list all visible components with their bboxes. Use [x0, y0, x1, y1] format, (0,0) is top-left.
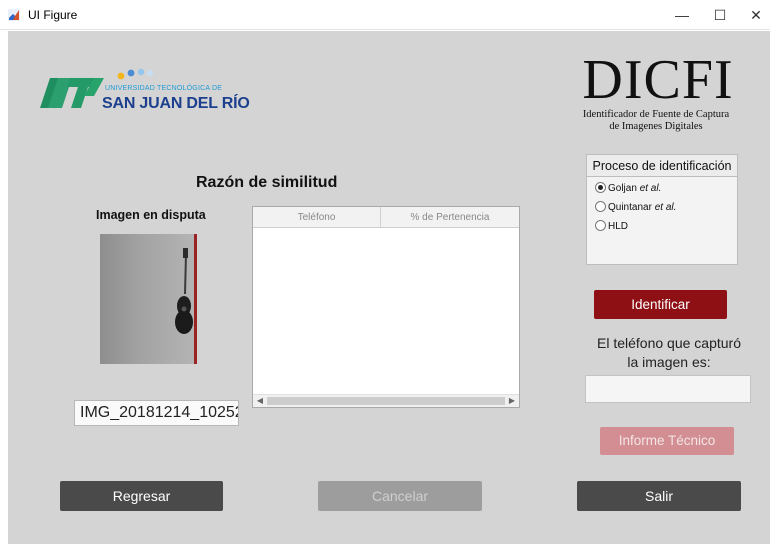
- radio-goljan-label: Goljan: [608, 183, 637, 194]
- dicfi-subtitle-line1: Identificador de Fuente de Captura: [582, 109, 730, 120]
- identify-button[interactable]: Identificar: [594, 290, 727, 319]
- radio-quintanar-label: Quintanar: [608, 202, 652, 213]
- technical-report-button[interactable]: Informe Técnico: [600, 427, 734, 455]
- maximize-button[interactable]: ☐: [702, 3, 738, 27]
- column-phone[interactable]: Teléfono: [253, 207, 381, 228]
- table-horizontal-scrollbar[interactable]: ◀ ▶: [253, 394, 519, 407]
- result-label-line1: El teléfono que capturó: [597, 335, 741, 351]
- radio-unselected-icon[interactable]: [595, 200, 606, 212]
- similarity-table[interactable]: Teléfono % de Pertenencia ◀ ▶: [252, 206, 520, 408]
- result-label-line2: la imagen es:: [627, 354, 711, 370]
- radio-quintanar[interactable]: Quintanar et al.: [595, 200, 677, 215]
- minimize-button[interactable]: —: [664, 3, 700, 27]
- table-header: Teléfono % de Pertenencia: [253, 207, 519, 228]
- result-label: El teléfono que capturó la imagen es:: [586, 334, 752, 372]
- guitar-photo-icon: [175, 248, 193, 334]
- radio-selected-icon[interactable]: [595, 181, 606, 193]
- radio-quintanar-suffix: et al.: [654, 202, 677, 213]
- matlab-app-icon: [8, 9, 20, 21]
- filename-field[interactable]: IMG_20181214_10252: [74, 400, 239, 426]
- column-membership[interactable]: % de Pertenencia: [381, 207, 519, 228]
- exit-button[interactable]: Salir: [577, 481, 741, 511]
- disputed-image: [100, 234, 197, 364]
- university-name-line1: UNIVERSIDAD TECNOLÓGICA DE: [105, 85, 223, 92]
- cancel-button[interactable]: Cancelar: [318, 481, 482, 511]
- scroll-thumb[interactable]: [267, 397, 505, 405]
- radio-goljan[interactable]: Goljan et al.: [595, 181, 662, 196]
- image-edge-strip: [194, 234, 197, 364]
- identification-panel: Proceso de identificación Goljan et al. …: [586, 154, 738, 265]
- dicfi-subtitle-line2: de Imagenes Digitales: [609, 121, 703, 132]
- close-button[interactable]: ✕: [738, 3, 770, 27]
- radio-goljan-suffix: et al.: [639, 183, 662, 194]
- identification-panel-title: Proceso de identificación: [587, 155, 737, 177]
- radio-unselected-icon[interactable]: [595, 219, 606, 231]
- radio-hld-label: HLD: [608, 221, 629, 232]
- window-title: UI Figure: [28, 8, 78, 22]
- university-name-line2: SAN JUAN DEL RÍO: [102, 95, 250, 112]
- back-button[interactable]: Regresar: [60, 481, 223, 511]
- scroll-right-icon[interactable]: ▶: [506, 395, 518, 407]
- similarity-title: Razón de similitud: [196, 174, 338, 191]
- result-phone-field[interactable]: [585, 375, 751, 403]
- disputed-image-title: Imagen en disputa: [96, 208, 206, 222]
- dicfi-subtitle: Identificador de Fuente de Captura de Im…: [566, 109, 746, 133]
- scroll-left-icon[interactable]: ◀: [254, 395, 266, 407]
- dicfi-logo: DICFI: [582, 49, 734, 111]
- window-titlebar: UI Figure — ☐ ✕: [0, 0, 770, 30]
- radio-hld[interactable]: HLD: [595, 219, 629, 234]
